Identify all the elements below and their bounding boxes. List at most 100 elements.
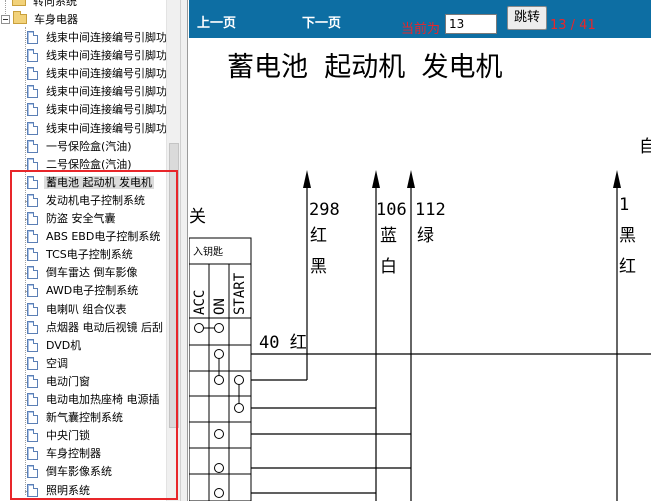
tree-item-label: AWD电子控制系统	[46, 284, 139, 298]
tree-item[interactable]: 点烟器 电动后视镜 后刮	[25, 319, 165, 337]
pane-splitter[interactable]	[180, 0, 188, 501]
tree-item[interactable]: 电动门窗	[25, 373, 92, 391]
document-icon	[27, 284, 38, 298]
tree-item[interactable]: 线束中间连接编号引脚功	[25, 47, 166, 65]
wire-4-number: 1	[619, 195, 629, 215]
document-icon	[27, 374, 38, 388]
scrollbar-thumb[interactable]	[169, 143, 179, 428]
tree-item[interactable]: 车身控制器	[25, 445, 103, 463]
tree-item-label: 点烟器 电动后视镜 后刮	[46, 320, 163, 334]
tree-item-label: 电动门窗	[46, 374, 90, 388]
document-icon	[27, 157, 38, 171]
document-icon	[27, 266, 38, 280]
diagram-title: 蓄电池 起动机 发电机	[227, 52, 503, 83]
folder-open-icon	[13, 11, 27, 24]
tree-item[interactable]: 倒车影像系统	[25, 463, 114, 481]
document-tree[interactable]: 转向系统 车身电器 线束中间连接编号引脚功 线束中间连接编号引脚功 线束中间连接编号…	[0, 0, 166, 501]
tree-item[interactable]: 蓄电池 起动机 发电机	[25, 174, 154, 192]
tree-item-label: 发动机电子控制系统	[46, 193, 145, 207]
horizontal-wire-label: 40 红	[259, 333, 307, 353]
tree-connector	[25, 27, 26, 495]
wire-arrow	[407, 170, 415, 188]
tree-item[interactable]: 中央门锁	[25, 427, 92, 445]
tree-item[interactable]: ABS EBD电子控制系统	[25, 228, 162, 246]
wiring-diagram: 蓄电池 起动机 发电机 自 关 298 红 黑 106 蓝 白 112 绿 1 …	[189, 52, 651, 501]
wire-2-number: 106	[376, 200, 407, 220]
tree-item[interactable]: 电动电加热座椅 电源插	[25, 391, 162, 409]
tree-item[interactable]: 发动机电子控制系统	[25, 192, 147, 210]
wire-arrow	[372, 170, 380, 188]
document-icon	[27, 302, 38, 316]
tree-item-label: 车身控制器	[46, 447, 101, 461]
tree-item[interactable]: 照明系统	[25, 482, 92, 500]
diagram-corner-text: 自	[639, 137, 651, 157]
wire-arrowheads	[303, 170, 621, 188]
folder-icon	[12, 0, 26, 6]
tree-item[interactable]: 空调	[25, 355, 70, 373]
tree-folder-steering[interactable]: 转向系统	[12, 0, 79, 11]
wire-labels: 298 红 黑 106 蓝 白 112 绿 1 黑 红 40 红	[259, 195, 636, 353]
tree-item-label: 倒车影像系统	[46, 465, 112, 479]
page-toolbar: 上一页 下一页 当前为 跳转 13 / 41	[189, 0, 651, 38]
document-icon	[27, 31, 38, 44]
tree-item[interactable]: 线束中间连接编号引脚功	[25, 120, 166, 138]
collapse-toggle-icon[interactable]	[1, 15, 10, 24]
wire-1-number: 298	[309, 200, 340, 220]
document-icon	[27, 103, 38, 117]
wire-1-color1: 红	[310, 226, 327, 246]
tree-item[interactable]: 线束中间连接编号引脚功	[25, 83, 166, 101]
tree-item[interactable]: DVD机	[25, 337, 83, 355]
wire-1-color2: 黑	[310, 257, 327, 277]
tree-item[interactable]: TCS电子控制系统	[25, 246, 135, 264]
tree-item[interactable]: AWD电子控制系统	[25, 282, 140, 300]
tree-folder-label: 车身电器	[34, 13, 78, 26]
tree-item-label: 一号保险盒(汽油)	[46, 139, 132, 153]
tree-item[interactable]: 二号保险盒(汽油)	[25, 156, 134, 174]
tree-item[interactable]: 线束中间连接编号引脚功	[25, 29, 166, 47]
tree-item[interactable]: 线束中间连接编号引脚功	[25, 65, 166, 83]
tree-item-label: TCS电子控制系统	[46, 248, 133, 262]
tree-scrollbar[interactable]	[166, 0, 180, 501]
next-page-button[interactable]: 下一页	[302, 12, 341, 31]
wire-3-number: 112	[415, 200, 446, 220]
tree-folder-body-electrical[interactable]: 车身电器	[1, 11, 80, 29]
wire-arrow	[613, 170, 621, 188]
tree-item-label: 照明系统	[46, 483, 90, 497]
document-icon	[27, 429, 38, 443]
wire-3-color1: 绿	[417, 226, 434, 246]
tree-item-label: 新气囊控制系统	[46, 411, 123, 425]
switch-position-on: ON	[212, 298, 228, 315]
tree-item[interactable]: 防盗 安全气囊	[25, 210, 118, 228]
document-icon	[27, 121, 38, 135]
prev-page-button[interactable]: 上一页	[197, 12, 236, 31]
document-icon	[27, 212, 38, 225]
switch-position-start: START	[232, 272, 248, 315]
wiring-diagram-page: 蓄电池 起动机 发电机 自 关 298 红 黑 106 蓝 白 112 绿 1 …	[189, 38, 651, 501]
document-icon	[27, 139, 38, 153]
switch-position-acc: ACC	[192, 290, 208, 315]
tree-folder-label: 转向系统	[33, 0, 77, 8]
tree-item-label: 二号保险盒(汽油)	[46, 157, 132, 171]
tree-item-label: 倒车雷达 倒车影像	[46, 266, 138, 280]
switch-contacts	[194, 323, 244, 498]
tree-item[interactable]: 电喇叭 组合仪表	[25, 301, 129, 319]
tree-item-label: 线束中间连接编号引脚功	[46, 85, 166, 99]
tree-item-label: DVD机	[46, 338, 82, 352]
jump-button[interactable]: 跳转	[507, 6, 547, 30]
document-icon	[27, 85, 38, 99]
tree-item-label: 线束中间连接编号引脚功	[46, 121, 166, 135]
tree-item-label: 电喇叭 组合仪表	[46, 302, 127, 316]
wire-4-color2: 红	[619, 257, 636, 277]
document-icon	[27, 411, 38, 425]
document-icon	[27, 193, 38, 207]
tree-item[interactable]: 倒车雷达 倒车影像	[25, 264, 140, 282]
document-icon	[27, 230, 38, 244]
tree-item[interactable]: 新气囊控制系统	[25, 409, 125, 427]
tree-item[interactable]: 线束中间连接编号引脚功	[25, 101, 166, 119]
tree-item-label: 线束中间连接编号引脚功	[46, 49, 166, 63]
current-page-label: 当前为	[401, 22, 441, 37]
tree-item-label: 中央门锁	[46, 429, 90, 443]
page-number-input[interactable]	[445, 14, 497, 34]
tree-item[interactable]: 一号保险盒(汽油)	[25, 138, 134, 156]
page-count: 13 / 41	[550, 18, 596, 33]
